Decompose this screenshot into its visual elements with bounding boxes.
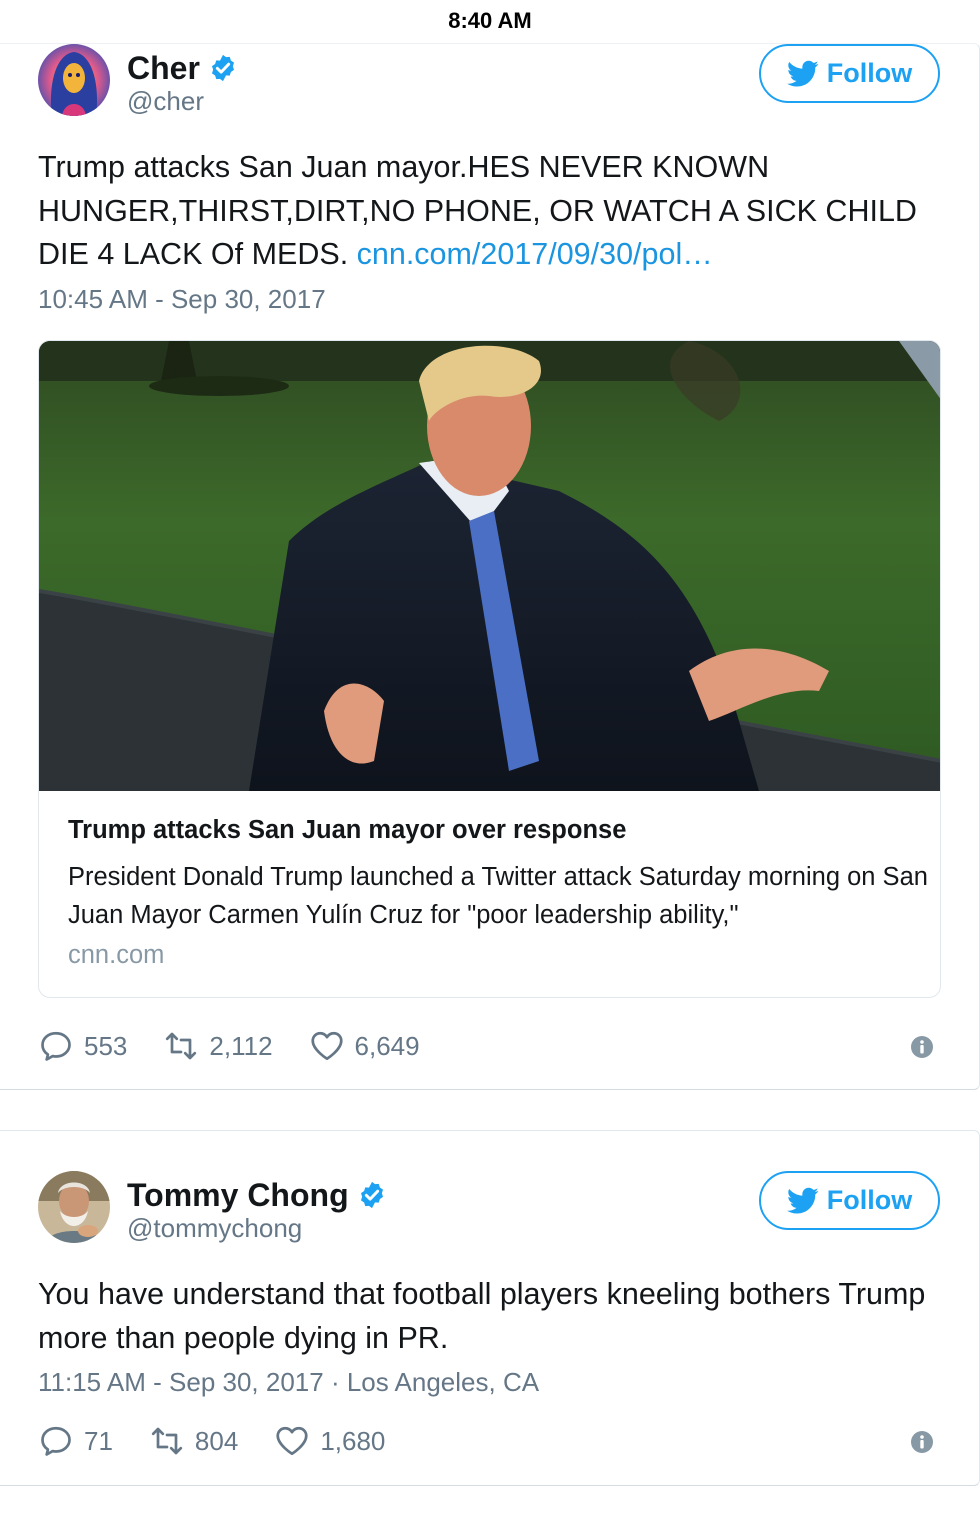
retweet-count: 2,112 [209, 1030, 273, 1061]
author-handle[interactable]: @tommychong [127, 1213, 302, 1244]
follow-button[interactable]: Follow [759, 44, 940, 103]
verified-badge-icon [360, 1181, 383, 1209]
status-bar-time: 8:40 AM [448, 8, 532, 33]
author-name[interactable]: Cher [127, 50, 200, 86]
follow-button-label: Follow [826, 1185, 913, 1215]
link-preview-image[interactable] [39, 341, 941, 791]
reply-icon [41, 1031, 71, 1061]
retweet-action[interactable]: 2,112 [163, 1028, 273, 1064]
info-icon[interactable] [910, 1035, 934, 1059]
avatar[interactable] [38, 1171, 110, 1243]
follow-button[interactable]: Follow [759, 1171, 940, 1230]
tweet-text: You have understand that football player… [38, 1273, 938, 1360]
author-name[interactable]: Tommy Chong [127, 1177, 349, 1213]
tweet-body: You have understand that football player… [38, 1277, 926, 1355]
reply-action[interactable]: 553 [38, 1028, 127, 1064]
tweet-card: Cher @cher Follow Trump attacks San Juan… [0, 43, 980, 1090]
author-name-row: Cher [127, 50, 238, 86]
retweet-count: 804 [194, 1425, 239, 1456]
like-action[interactable]: 1,680 [274, 1423, 385, 1459]
tweet-actions: 71 804 1,680 [38, 1423, 421, 1459]
avatar[interactable] [38, 44, 110, 116]
heart-icon [310, 1031, 343, 1061]
tweet-text: Trump attacks San Juan mayor.HES NEVER K… [38, 146, 938, 277]
like-count: 1,680 [320, 1425, 386, 1456]
avatar-image [38, 44, 110, 116]
avatar-image [38, 1171, 110, 1243]
reply-icon [41, 1426, 71, 1456]
tweet-timestamp[interactable]: 11:15 AM - Sep 30, 2017 · Los Angeles, C… [38, 1367, 539, 1398]
reply-count: 553 [84, 1030, 128, 1061]
link-card-title: Trump attacks San Juan mayor over respon… [68, 816, 627, 844]
like-count: 6,649 [354, 1030, 420, 1061]
tweet-card: Tommy Chong @tommychong Follow You have … [0, 1130, 980, 1486]
twitter-bird-icon [786, 60, 819, 87]
retweet-icon [166, 1032, 197, 1060]
tweet-actions: 553 2,112 6,649 [38, 1028, 456, 1064]
link-card-domain: cnn.com [68, 941, 165, 969]
reply-count: 71 [84, 1425, 113, 1456]
heart-icon [276, 1426, 308, 1456]
tweet-timestamp[interactable]: 10:45 AM - Sep 30, 2017 [38, 284, 326, 315]
link-preview-card[interactable]: Trump attacks San Juan mayor over respon… [38, 340, 941, 998]
verified-badge-icon [211, 54, 234, 82]
retweet-icon [151, 1427, 183, 1455]
author-name-row: Tommy Chong [127, 1177, 387, 1213]
link-card-description: President Donald Trump launched a Twitte… [68, 863, 928, 929]
info-icon[interactable] [910, 1430, 934, 1454]
author-handle[interactable]: @cher [127, 86, 204, 117]
twitter-bird-icon [786, 1187, 819, 1214]
like-action[interactable]: 6,649 [309, 1028, 420, 1064]
follow-button-label: Follow [826, 58, 913, 88]
reply-action[interactable]: 71 [38, 1423, 113, 1459]
retweet-action[interactable]: 804 [149, 1423, 238, 1459]
tweet-link[interactable]: cnn.com/2017/09/30/pol… [357, 237, 713, 271]
